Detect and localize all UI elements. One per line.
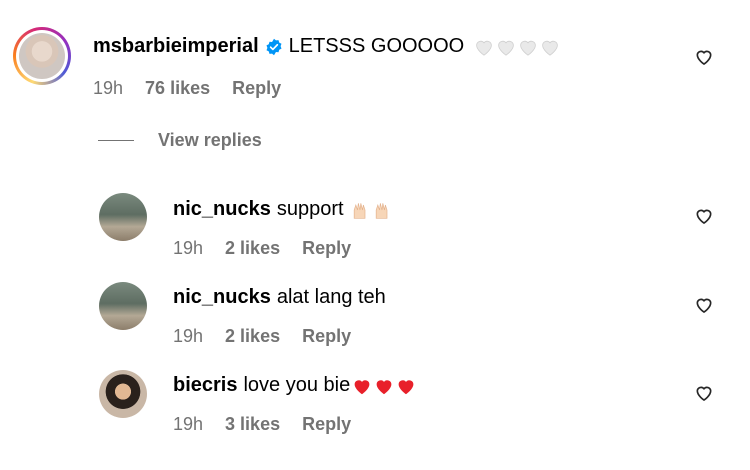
comment-timestamp[interactable]: 19h <box>173 326 203 347</box>
raising-hands-icon <box>375 202 387 219</box>
like-heart-icon[interactable] <box>694 383 714 403</box>
view-replies-divider <box>98 140 134 141</box>
comment-text: love you bie <box>243 374 351 396</box>
white-heart-icon <box>498 40 515 56</box>
avatar[interactable] <box>99 370 147 418</box>
white-heart-icon <box>542 40 559 56</box>
white-heart-icon <box>476 40 493 56</box>
view-replies-label: View replies <box>158 130 262 150</box>
raising-hands-emoji-group <box>350 200 392 220</box>
comment-timestamp[interactable]: 19h <box>173 238 203 259</box>
like-heart-icon[interactable] <box>694 295 714 315</box>
comment-username[interactable]: nic_nucks <box>173 286 271 309</box>
comment-like-count[interactable]: 2 likes <box>225 326 280 347</box>
white-heart-emoji-group <box>472 38 560 56</box>
red-heart-emoji-group <box>350 377 416 395</box>
red-heart-icon <box>354 379 370 394</box>
reply-item: nic_nucks support 19h 2 likes Reply <box>0 180 750 270</box>
red-heart-icon <box>398 379 414 394</box>
comment-item: msbarbieimperial LETSSS GOOOOO 19h 76 li… <box>0 0 750 120</box>
red-heart-icon <box>376 379 392 394</box>
like-heart-icon[interactable] <box>694 47 714 67</box>
comment-text: LETSSS GOOOOO <box>288 35 465 57</box>
reply-button[interactable]: Reply <box>302 414 351 435</box>
verified-badge-icon <box>266 38 282 55</box>
comment-like-count[interactable]: 2 likes <box>225 238 280 259</box>
view-replies-button[interactable]: View replies <box>98 130 262 151</box>
avatar[interactable] <box>13 27 71 85</box>
comment-text: alat lang teh <box>276 286 386 308</box>
avatar[interactable] <box>99 282 147 330</box>
comment-username[interactable]: msbarbieimperial <box>93 35 259 58</box>
comment-text: support <box>276 198 344 220</box>
comment-timestamp[interactable]: 19h <box>173 414 203 435</box>
comment-like-count[interactable]: 3 likes <box>225 414 280 435</box>
reply-button[interactable]: Reply <box>302 326 351 347</box>
comment-username[interactable]: nic_nucks <box>173 198 271 221</box>
comment-like-count[interactable]: 76 likes <box>145 78 210 99</box>
reply-button[interactable]: Reply <box>232 78 281 99</box>
comment-username[interactable]: biecris <box>173 374 237 397</box>
reply-button[interactable]: Reply <box>302 238 351 259</box>
white-heart-icon <box>520 40 537 56</box>
avatar[interactable] <box>99 193 147 241</box>
comment-timestamp[interactable]: 19h <box>93 78 123 99</box>
reply-item: nic_nucks alat lang teh 19h 2 likes Repl… <box>0 270 750 360</box>
raising-hands-icon <box>353 202 365 219</box>
reply-item: biecris love you bie 19h 3 likes Reply <box>0 358 750 458</box>
like-heart-icon[interactable] <box>694 206 714 226</box>
